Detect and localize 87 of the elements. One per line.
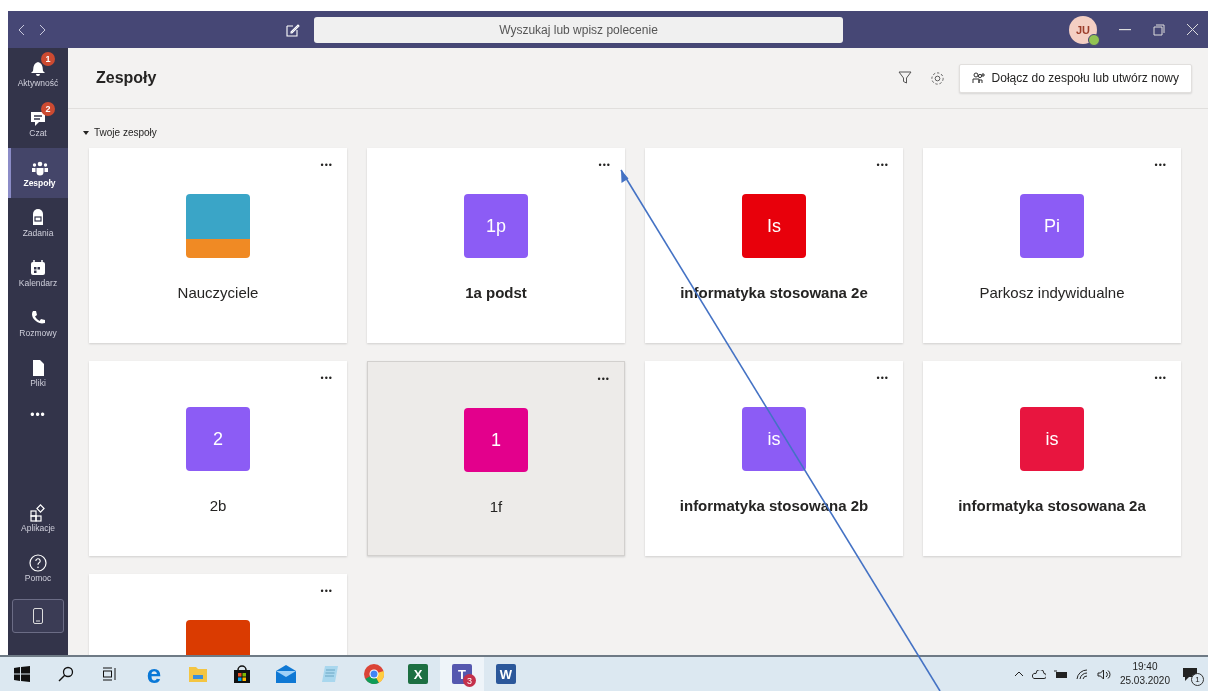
more-options-button[interactable]: •••: [597, 374, 610, 384]
team-card[interactable]: ••• is informatyka stosowana 2a: [923, 361, 1181, 556]
close-icon[interactable]: [1187, 24, 1198, 35]
more-options-button[interactable]: •••: [320, 160, 333, 170]
minimize-icon[interactable]: [1119, 28, 1131, 31]
restore-icon[interactable]: [1153, 23, 1165, 36]
back-icon[interactable]: [18, 23, 25, 36]
windows-icon: [14, 666, 30, 682]
team-card[interactable]: ••• 2 2b: [89, 361, 347, 556]
clock[interactable]: 19:40 25.03.2020: [1119, 660, 1170, 688]
sidebar-item[interactable]: Aplikacje: [8, 493, 68, 543]
cloud-icon[interactable]: [1031, 669, 1046, 679]
join-team-button[interactable]: Dołącz do zespołu lub utwórz nowy: [958, 63, 1192, 93]
team-card[interactable]: ••• Nauczyciele: [89, 148, 347, 343]
sidebar-item[interactable]: Kalendarz: [8, 248, 68, 298]
more-options-button[interactable]: •••: [320, 373, 333, 383]
task-view-icon: [102, 666, 118, 682]
team-card[interactable]: •••: [89, 574, 347, 655]
more-apps-button[interactable]: •••: [8, 408, 68, 422]
battery-icon[interactable]: [1053, 669, 1068, 679]
phone-button[interactable]: [12, 599, 64, 633]
app-tile-icon: X: [408, 664, 428, 684]
team-avatar: Is: [742, 194, 806, 258]
sidebar-icon: [28, 553, 48, 573]
chevron-up-icon[interactable]: [1013, 671, 1024, 677]
sidebar-item[interactable]: Zadania: [8, 198, 68, 248]
settings-icon[interactable]: [929, 70, 945, 86]
search-field[interactable]: Wyszukaj lub wpisz polecenie: [314, 16, 843, 43]
notification-badge: 1: [1191, 673, 1204, 686]
team-name: Parkosz indywidualne: [979, 284, 1125, 301]
forward-icon[interactable]: [39, 23, 46, 36]
sidebar-item[interactable]: Aktywność 1: [8, 48, 68, 98]
user-avatar[interactable]: JU: [1069, 15, 1097, 44]
team-avatar: 1p: [464, 194, 528, 258]
people-add-icon: [971, 72, 986, 84]
more-options-button[interactable]: •••: [320, 586, 333, 596]
team-avatar: 1: [464, 408, 528, 472]
phone-icon: [33, 608, 43, 624]
team-avatar: is: [1020, 407, 1084, 471]
sidebar-item[interactable]: Czat 2: [8, 98, 68, 148]
taskbar-app[interactable]: X: [396, 657, 440, 691]
sidebar-item[interactable]: Pomoc: [8, 543, 68, 593]
section-toggle[interactable]: Twoje zespoły: [68, 109, 1208, 148]
more-options-button[interactable]: •••: [1154, 373, 1167, 383]
colored-circle-icon: [363, 663, 385, 685]
sidebar-icon: [28, 503, 48, 523]
team-image-placeholder: [186, 194, 250, 258]
speaker-icon[interactable]: [1096, 668, 1112, 680]
sidebar-item[interactable]: Rozmowy: [8, 298, 68, 348]
app-tile-icon: W: [496, 664, 516, 684]
search-icon: [58, 666, 74, 682]
wifi-icon[interactable]: [1075, 668, 1089, 680]
folder-icon: [188, 665, 208, 683]
more-options-button[interactable]: •••: [1154, 160, 1167, 170]
sidebar-item[interactable]: Pliki: [8, 348, 68, 398]
compose-icon[interactable]: [286, 22, 300, 37]
sidebar-icon: [28, 258, 48, 278]
team-name: 1f: [489, 498, 503, 515]
taskbar-app[interactable]: W: [484, 657, 528, 691]
notification-badge: 1: [41, 52, 55, 66]
action-center-button[interactable]: 1: [1178, 662, 1202, 686]
page-title: Zespoły: [96, 69, 157, 87]
team-avatar: 2: [186, 407, 250, 471]
team-name: 1a podst: [465, 284, 527, 301]
team-name: Nauczyciele: [177, 284, 259, 301]
envelope-icon: [275, 665, 297, 683]
more-options-button[interactable]: •••: [876, 373, 889, 383]
team-name: 2b: [209, 497, 227, 514]
team-avatar: is: [742, 407, 806, 471]
more-options-button[interactable]: •••: [876, 160, 889, 170]
team-card[interactable]: ••• Pi Parkosz indywidualne: [923, 148, 1181, 343]
more-options-button[interactable]: •••: [598, 160, 611, 170]
team-name: informatyka stosowana 2a: [958, 497, 1146, 514]
date-text: 25.03.2020: [1119, 674, 1170, 688]
time-text: 19:40: [1132, 660, 1158, 674]
shopping-bag-icon: [232, 664, 252, 684]
filter-icon[interactable]: [897, 71, 912, 85]
caret-icon: [83, 129, 89, 136]
notepad-icon: [320, 664, 340, 684]
notification-badge: 2: [41, 102, 55, 116]
team-card[interactable]: ••• 1p 1a podst: [367, 148, 625, 343]
notification-badge: 3: [463, 674, 476, 687]
taskbar-app[interactable]: e: [132, 657, 176, 691]
team-card[interactable]: ••• 1 1f: [367, 361, 625, 556]
team-avatar: Pi: [1020, 194, 1084, 258]
sidebar-item[interactable]: Zespoły: [8, 148, 68, 198]
e-letter-icon: e: [146, 661, 162, 687]
